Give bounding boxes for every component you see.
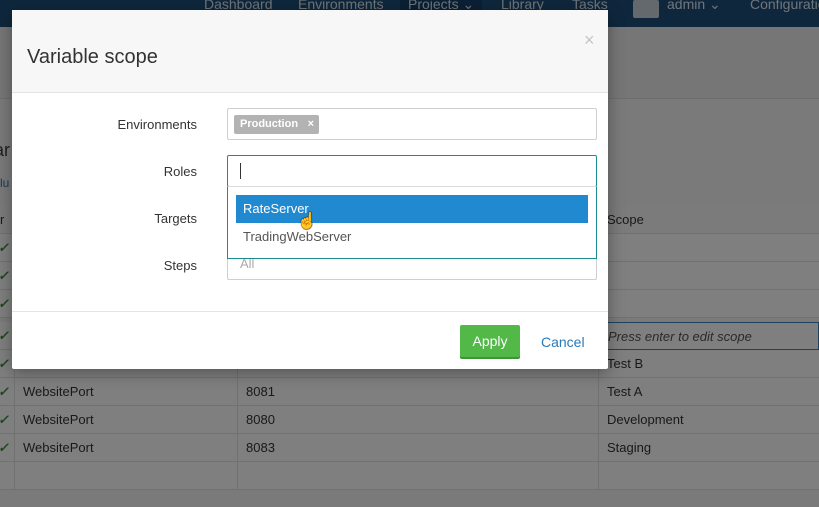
environment-chip-label: Production — [240, 118, 299, 130]
dropdown-option-rateserver[interactable]: RateServer ☝ — [236, 195, 588, 230]
dropdown-option-tradingwebserver[interactable]: TradingWebServer — [236, 223, 588, 251]
roles-dropdown: RateServer ☝ TradingWebServer — [227, 186, 597, 259]
environments-field[interactable]: Production × — [227, 108, 597, 140]
dialog-header: Variable scope × — [12, 10, 608, 93]
close-icon[interactable]: × — [584, 30, 595, 51]
dialog-title: Variable scope — [27, 46, 158, 68]
roles-label: Roles — [163, 164, 197, 179]
variable-scope-dialog: Variable scope × Environments Production… — [12, 10, 608, 369]
cancel-button[interactable]: Cancel — [541, 334, 585, 350]
environments-label: Environments — [117, 117, 197, 132]
targets-label: Targets — [154, 211, 197, 226]
roles-input[interactable] — [227, 155, 597, 187]
text-caret — [240, 163, 241, 179]
remove-chip-icon[interactable]: × — [308, 115, 314, 134]
environment-chip: Production × — [234, 115, 320, 134]
apply-button[interactable]: Apply — [460, 325, 520, 357]
dropdown-option-label: TradingWebServer — [243, 229, 352, 244]
steps-label: Steps — [163, 258, 197, 273]
dialog-footer: Apply Cancel — [12, 311, 608, 369]
